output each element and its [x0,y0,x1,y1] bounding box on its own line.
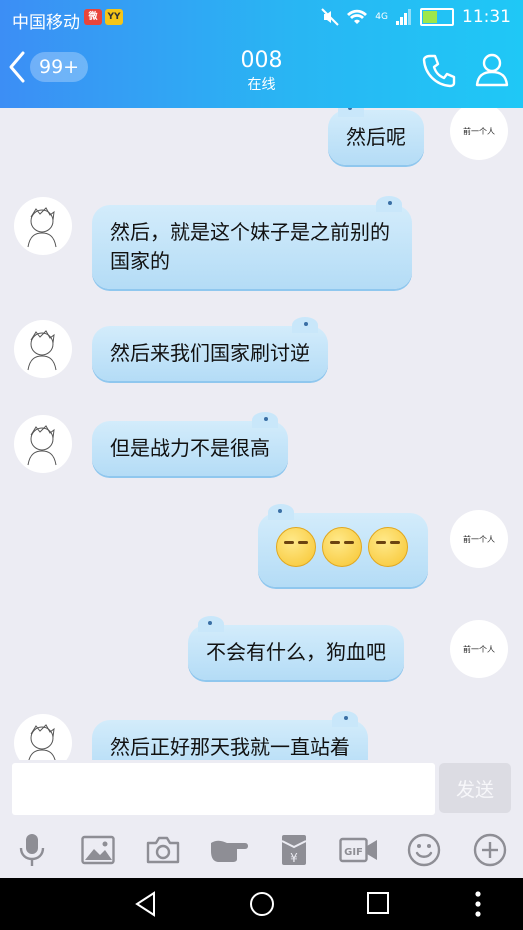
system-navigation-bar [0,878,523,930]
nav-recents-button[interactable] [366,891,390,919]
message-input[interactable] [12,763,435,815]
message-list[interactable]: 前一个人 然后呢 然后，就是这个妹子是之前别的国家的 然后来我们国家刷讨逆 但是… [0,108,523,760]
message-text: 然后，就是这个妹子是之前别的国家的 [110,220,390,273]
battery-icon [420,8,454,26]
carrier-name: 中国移动 [12,13,80,33]
message-text: 然后正好那天我就一直站着 [110,735,350,759]
emoji-button[interactable] [406,832,442,868]
message-text: 然后呢 [346,125,406,149]
emoji-message-bubble[interactable] [258,504,428,587]
wifi-icon [347,9,368,24]
square-recents-icon [367,892,389,914]
avatar-self[interactable]: 前一个人 [450,510,508,568]
image-icon [81,835,115,865]
message-bubble[interactable]: 然后来我们国家刷讨逆 [92,317,328,381]
message-bubble[interactable]: 然后，就是这个妹子是之前别的国家的 [92,196,412,289]
nav-menu-button[interactable] [474,890,482,922]
call-button[interactable] [421,52,457,92]
image-button[interactable] [80,832,116,868]
status-bar: 中国移动 微 YY 4G 11:31 [0,0,523,36]
send-button[interactable]: 发送 [439,763,511,813]
avatar-contact[interactable] [14,197,72,255]
top-bar: 中国移动 微 YY 4G 11:31 99+ 008 在线 [0,0,523,108]
avatar-contact[interactable] [14,714,72,760]
sketch-avatar-image [27,330,57,371]
triangle-back-icon [135,891,155,917]
nav-back-button[interactable] [134,891,158,921]
sketch-avatar-image [27,207,57,248]
avatar-self[interactable]: 前一个人 [450,620,508,678]
circle-home-icon [250,892,274,916]
more-button[interactable] [472,832,508,868]
svg-text:¥: ¥ [290,851,298,865]
phone-icon [422,54,456,88]
message-bubble[interactable]: 然后呢 [328,108,424,165]
rolling-eyes-emoji-icon [322,527,362,567]
mute-icon [321,8,340,26]
message-text: 然后来我们国家刷讨逆 [110,341,310,365]
voice-button[interactable] [14,832,50,868]
avatar-contact[interactable] [14,415,72,473]
emoji-icon [407,833,441,867]
message-bubble[interactable]: 但是战力不是很高 [92,412,288,476]
status-icons: 4G 11:31 [321,7,511,27]
more-vertical-icon [475,891,481,917]
rolling-eyes-emoji-icon [276,527,316,567]
message-bubble[interactable]: 不会有什么，狗血吧 [188,616,404,680]
yy-notification-icon: YY [105,9,123,25]
input-bar: 发送 [0,760,523,824]
plus-icon [473,833,507,867]
poke-button[interactable] [208,832,252,868]
mic-icon [19,834,45,866]
network-type: 4G [375,12,388,22]
camera-icon [146,836,180,864]
avatar-contact[interactable] [14,320,72,378]
gif-icon: GIF [339,837,377,863]
message-text: 但是战力不是很高 [110,436,270,460]
person-icon [475,53,509,87]
message-bubble[interactable]: 然后正好那天我就一直站着 [92,711,368,760]
red-packet-icon: ¥ [281,835,307,865]
weibo-notification-icon: 微 [84,9,102,25]
profile-button[interactable] [474,51,510,91]
gif-button[interactable]: GIF [338,832,380,868]
sketch-avatar-image [28,724,56,760]
clock: 11:31 [462,7,511,27]
nav-home-button[interactable] [249,891,275,921]
svg-text:GIF: GIF [344,847,363,858]
input-toolbar: ¥ GIF [0,824,523,878]
red-packet-button[interactable]: ¥ [276,832,312,868]
sketch-avatar-image [27,425,57,466]
chat-header: 99+ 008 在线 [0,36,523,108]
hand-icon [211,840,248,862]
rolling-eyes-emoji-icon [368,527,408,567]
message-text: 不会有什么，狗血吧 [206,640,386,664]
avatar-self[interactable]: 前一个人 [450,108,508,160]
signal-icon [396,9,411,25]
camera-button[interactable] [145,832,181,868]
